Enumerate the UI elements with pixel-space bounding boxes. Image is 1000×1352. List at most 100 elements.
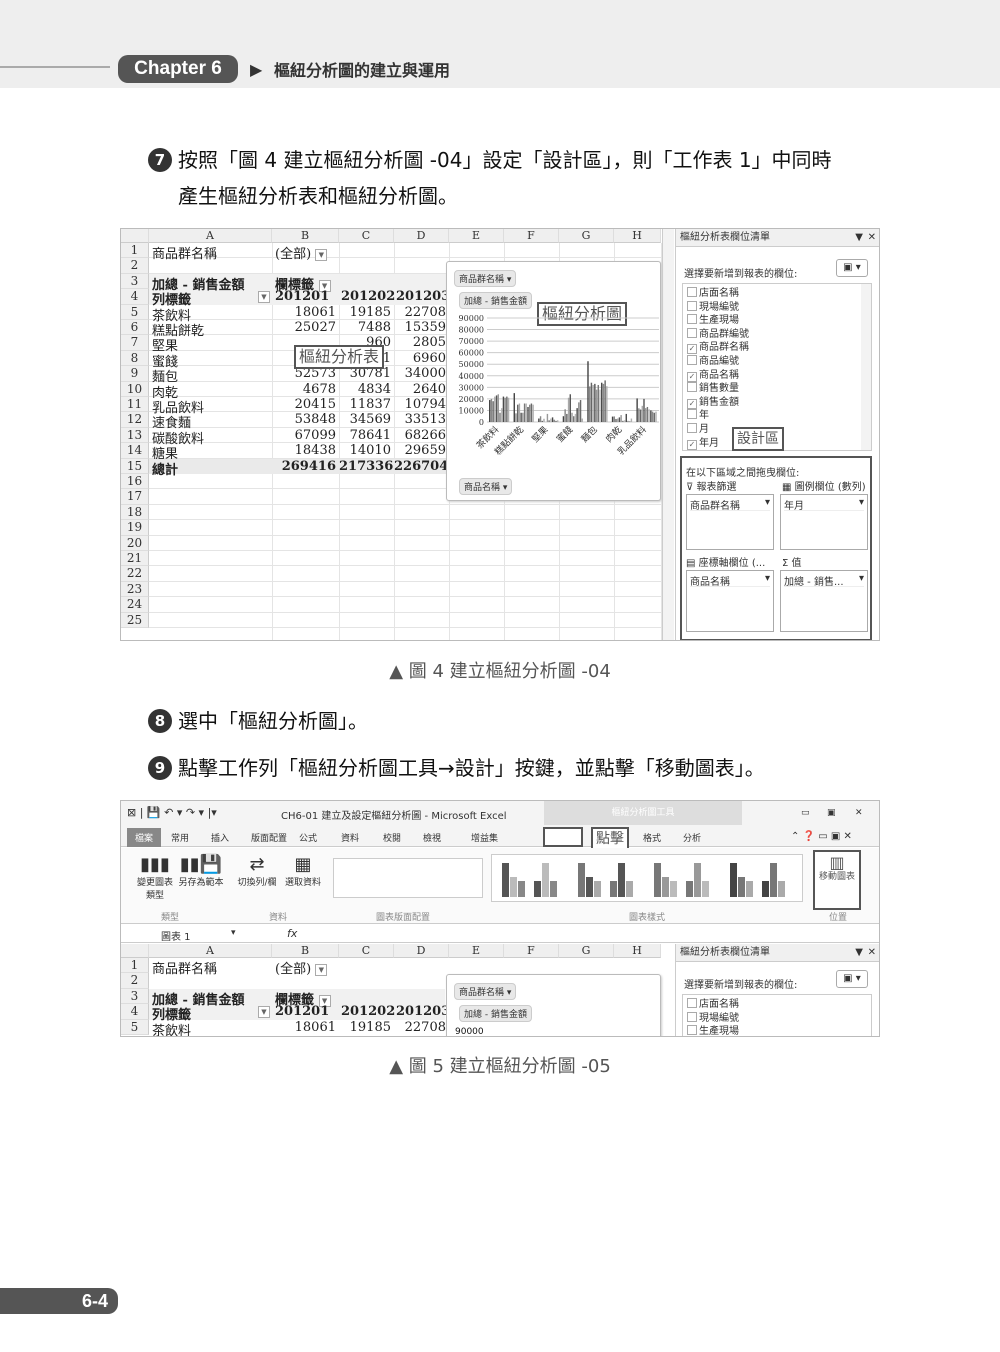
field-checkbox-item[interactable]: 生產現場 (687, 1025, 739, 1036)
ribbon-tab[interactable]: 公式 (299, 831, 317, 844)
layout-button[interactable]: ▣ ▾ (836, 259, 868, 277)
ribbon-tab[interactable]: 常用 (171, 831, 189, 844)
row-header[interactable]: 5 (121, 1019, 149, 1035)
pivot-chart[interactable]: 商品群名稱 ▾ 加總 - 銷售金額 90000 (446, 974, 661, 1036)
row-header[interactable]: 11 (121, 397, 149, 413)
row-header[interactable]: 7 (121, 335, 149, 351)
ribbon-tab[interactable]: 校閱 (383, 831, 401, 844)
field-checkbox-item[interactable]: 月 (687, 423, 709, 437)
row-header[interactable]: 15 (121, 458, 149, 474)
field-checkbox-item[interactable]: 現場編號 (687, 300, 739, 315)
row-header[interactable]: 20 (121, 535, 149, 551)
field-checkbox-item[interactable]: 店面名稱 (687, 287, 739, 301)
row-header[interactable]: 13 (121, 427, 149, 444)
ribbon-tab[interactable]: 增益集 (471, 831, 498, 844)
row-header[interactable]: 21 (121, 551, 149, 567)
row-header[interactable]: 8 (121, 350, 149, 367)
field-checkbox-item[interactable]: 店面名稱 (687, 998, 739, 1012)
axis-area-item[interactable]: 商品名稱 ▾ (690, 573, 770, 588)
select-data-button[interactable]: ▦ 選取資料 (281, 854, 325, 888)
filter-area-item[interactable]: 商品群名稱 ▾ (690, 497, 770, 512)
col-header-A[interactable]: A (149, 229, 272, 243)
fx-icon[interactable]: fx (287, 927, 297, 940)
values-area[interactable]: 加總 - 銷售... ▾ (780, 570, 868, 632)
row-header[interactable]: 6 (121, 320, 149, 336)
ribbon-tab[interactable]: 檢視 (423, 831, 441, 844)
filter-area[interactable]: 商品群名稱 ▾ (686, 494, 774, 550)
col-header-F[interactable]: F (504, 944, 559, 958)
col-header-D[interactable]: D (394, 944, 449, 958)
move-chart-button[interactable]: ▥ 移動圖表 (813, 850, 861, 910)
row-header[interactable]: 18 (121, 504, 149, 521)
close-icon[interactable]: ✕ (868, 229, 876, 247)
col-header-H[interactable]: H (614, 229, 661, 243)
filter-value[interactable]: (全部) ▼ (275, 958, 328, 977)
row-header[interactable]: 2 (121, 973, 149, 989)
col-header-E[interactable]: E (449, 229, 504, 243)
field-checkbox-item[interactable]: 銷售數量 (687, 382, 739, 396)
row-header[interactable]: 22 (121, 566, 149, 582)
col-header-G[interactable]: G (559, 944, 614, 958)
chart-axis-button[interactable]: 商品名稱 ▾ (459, 478, 513, 495)
help-controls[interactable]: ⌃ ❓ ▭ ▣ ✕ (791, 831, 852, 842)
ribbon-tab[interactable]: 檔案 (127, 828, 162, 847)
col-header-D[interactable]: D (394, 229, 449, 243)
field-checkbox-item[interactable]: ✓ 商品群名稱 (687, 341, 749, 355)
switch-row-column-button[interactable]: ⇄ 切換列/欄 (233, 854, 281, 888)
col-header-A[interactable]: A (149, 944, 272, 958)
row-header[interactable]: 3 (121, 988, 149, 1005)
row-header[interactable]: 4 (121, 289, 149, 305)
field-checkbox-item[interactable]: 年 (687, 409, 709, 423)
chart-value-button[interactable]: 加總 - 銷售金額 (459, 292, 532, 309)
ribbon-tab[interactable]: 資料 (341, 831, 359, 844)
minimize-button[interactable]: ▭ (801, 808, 810, 818)
col-header-C[interactable]: C (339, 944, 394, 958)
field-checkbox-item[interactable]: ✓ 銷售金額 (687, 396, 739, 410)
field-checkbox-item[interactable]: ✓ 商品名稱 (687, 369, 739, 383)
chart-style-gallery[interactable] (491, 854, 803, 902)
row-header[interactable]: 12 (121, 412, 149, 428)
ribbon-tab[interactable]: 插入 (211, 831, 229, 844)
close-icon[interactable]: ✕ (868, 944, 876, 962)
filter-value[interactable]: (全部) ▼ (275, 243, 328, 262)
col-header-B[interactable]: B (272, 229, 339, 243)
row-header[interactable]: 4 (121, 1004, 149, 1020)
row-header[interactable]: 23 (121, 581, 149, 598)
chart-filter-button[interactable]: 商品群名稱 ▾ (454, 270, 517, 287)
ribbon-tab[interactable]: 格式 (643, 831, 661, 844)
field-checkbox-item[interactable]: 生產現場 (687, 314, 739, 328)
col-header-C[interactable]: C (339, 229, 394, 243)
dropdown-icon[interactable]: ▼ (855, 229, 863, 247)
axis-area[interactable]: 商品名稱 ▾ (686, 570, 774, 632)
name-box-dropdown[interactable]: ▾ (231, 928, 236, 938)
row-header[interactable]: 1 (121, 958, 149, 974)
change-chart-type-button[interactable]: ▮▮▮ 變更圖表類型 (135, 854, 175, 901)
row-header[interactable]: 16 (121, 474, 149, 490)
col-header-H[interactable]: H (614, 944, 661, 958)
row-header[interactable]: 10 (121, 381, 149, 397)
col-header-E[interactable]: E (449, 944, 504, 958)
maximize-button[interactable]: ▣ (827, 808, 836, 818)
legend-area-item[interactable]: 年月 ▾ (784, 497, 864, 512)
layout-button[interactable]: ▣ ▾ (836, 970, 868, 988)
row-header[interactable]: 2 (121, 258, 149, 274)
vertical-scrollbar[interactable] (662, 229, 674, 640)
col-header-B[interactable]: B (272, 944, 339, 958)
quick-access-toolbar[interactable]: ⊠ | 💾 ↶ ▾ ↷ ▾ |▾ (127, 806, 217, 819)
row-header[interactable]: 14 (121, 443, 149, 459)
row-header[interactable]: 17 (121, 489, 149, 505)
row-header[interactable]: 24 (121, 597, 149, 613)
field-checkbox-item[interactable]: 商品編號 (687, 355, 739, 369)
col-header-G[interactable]: G (559, 229, 614, 243)
legend-area[interactable]: 年月 ▾ (780, 494, 868, 550)
field-checkbox-item[interactable]: 商品群編號 (687, 327, 749, 342)
select-all-corner[interactable] (121, 229, 149, 243)
name-box[interactable]: 圖表 1 (161, 928, 191, 943)
pivot-chart[interactable]: 商品群名稱 ▾ 加總 - 銷售金額 樞紐分析圖 90000 80000 70000 6… (446, 261, 661, 501)
chart-filter-button[interactable]: 商品群名稱 ▾ (454, 983, 517, 1000)
ribbon-tab[interactable]: 版面配置 (251, 831, 287, 844)
ribbon-tab[interactable]: 分析 (683, 831, 701, 844)
select-all-corner[interactable] (121, 944, 149, 958)
dropdown-icon[interactable]: ▼ (855, 944, 863, 962)
chart-layout-gallery[interactable] (333, 858, 483, 898)
